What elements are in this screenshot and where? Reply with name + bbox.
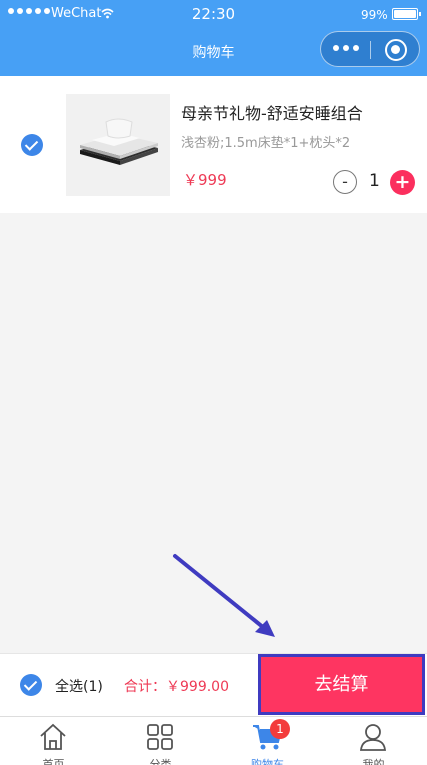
- mini-program-capsule: [320, 31, 420, 67]
- status-bar: WeChat 22:30 99%: [0, 0, 427, 30]
- tab-cart[interactable]: 购物车: [214, 717, 321, 765]
- battery-icon: [392, 8, 421, 20]
- total-price: 合计：￥999.00: [124, 676, 229, 696]
- total-value: ￥999.00: [166, 679, 229, 695]
- category-icon: [147, 724, 173, 750]
- item-checkbox[interactable]: [21, 134, 43, 156]
- tab-bar: 首页 分类 购物车 1 我的: [0, 716, 427, 765]
- annotation-arrow-icon: [173, 554, 275, 637]
- product-title[interactable]: 母亲节礼物-舒适安睡组合: [181, 100, 363, 124]
- tab-category-label: 分类: [149, 758, 172, 765]
- cart-item: 母亲节礼物-舒适安睡组合 浅杏粉;1.5m床垫*1+枕头*2 ￥999 - 1 …: [0, 76, 427, 213]
- user-icon: [360, 724, 386, 751]
- increase-quantity-button[interactable]: +: [390, 170, 415, 195]
- checkout-button[interactable]: 去结算: [258, 654, 425, 715]
- tab-home[interactable]: 首页: [0, 717, 107, 765]
- cart-badge: 1: [270, 719, 290, 739]
- checkout-bar: 全选(1) 合计：￥999.00 去结算: [0, 653, 427, 716]
- product-image[interactable]: [66, 94, 170, 196]
- home-icon: [40, 723, 66, 750]
- close-mini-program-icon[interactable]: [385, 39, 407, 61]
- tab-cart-label: 购物车: [251, 758, 284, 765]
- select-all-checkbox[interactable]: [20, 674, 42, 696]
- more-icon[interactable]: [333, 45, 359, 53]
- product-price: ￥999: [183, 171, 227, 189]
- capsule-divider: [370, 41, 371, 59]
- quantity-value: 1: [369, 171, 380, 191]
- select-all-label[interactable]: 全选(1): [55, 676, 103, 696]
- tab-profile[interactable]: 我的: [320, 717, 427, 765]
- tab-category[interactable]: 分类: [107, 717, 214, 765]
- top-header: WeChat 22:30 99% 购物车: [0, 0, 427, 76]
- decrease-quantity-button[interactable]: -: [333, 170, 357, 194]
- total-label: 合计：: [124, 679, 166, 695]
- tab-profile-label: 我的: [362, 758, 385, 765]
- mattress-illustration: [80, 118, 158, 165]
- product-spec: 浅杏粉;1.5m床垫*1+枕头*2: [181, 136, 351, 151]
- tab-home-label: 首页: [42, 758, 65, 765]
- battery-percent: 99%: [361, 8, 388, 22]
